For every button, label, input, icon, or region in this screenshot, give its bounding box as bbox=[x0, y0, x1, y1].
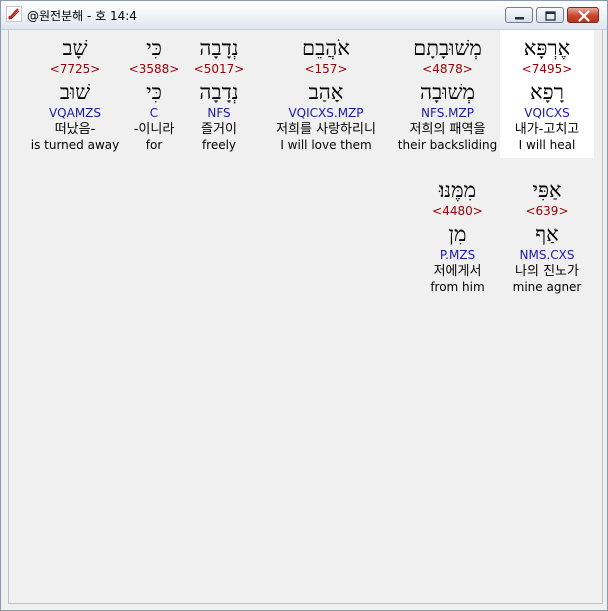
english-gloss: freely bbox=[201, 138, 237, 152]
hebrew-word: מְשׁוּבָתָם bbox=[413, 36, 482, 60]
korean-gloss: 저희를 사랑하리니 bbox=[276, 122, 376, 137]
strong-number[interactable]: <7725> bbox=[23, 62, 127, 76]
lemma-word: אָהַב bbox=[308, 80, 344, 104]
korean-gloss: 나의 진노가 bbox=[515, 264, 579, 279]
word-block[interactable]: אַפִּי <639> אַף NMS.CXS 나의 진노가 mine agn… bbox=[500, 172, 594, 300]
hebrew-word: שָׁב bbox=[62, 36, 88, 60]
word-analysis-panel: אֶרְפָּא <7495> רָפָא VQICXS 내가-고치고 I wi… bbox=[8, 30, 603, 604]
minimize-icon bbox=[515, 17, 524, 20]
strong-number[interactable]: <639> bbox=[500, 204, 594, 218]
maximize-button[interactable] bbox=[536, 7, 564, 23]
english-gloss: from him bbox=[430, 280, 485, 294]
morphology-code: VQICXS bbox=[524, 106, 570, 120]
morphology-code: VQAMZS bbox=[48, 106, 102, 120]
strong-number[interactable]: <3588> bbox=[127, 62, 181, 76]
lemma-word: רָפָא bbox=[530, 80, 564, 104]
hebrew-word: מִמֶּנּוּ׃ bbox=[438, 178, 477, 202]
korean-gloss: 내가-고치고 bbox=[514, 122, 580, 137]
window-title: @원전분해 - 호 14:4 bbox=[27, 9, 137, 23]
app-icon[interactable] bbox=[6, 6, 22, 22]
word-block[interactable]: שָׁב <7725> שׁוּב VQAMZS 떠났음- is turned … bbox=[23, 30, 127, 158]
strong-number[interactable]: <4480> bbox=[415, 204, 500, 218]
morphology-code: NFS.MZP bbox=[421, 106, 474, 120]
english-gloss: mine agner bbox=[512, 280, 582, 294]
lemma-word: נְדָבָה bbox=[199, 80, 239, 104]
korean-gloss: 떠났음- bbox=[54, 122, 96, 137]
strong-number[interactable]: <7495> bbox=[500, 62, 594, 76]
english-gloss: I will love them bbox=[280, 138, 372, 152]
close-button[interactable] bbox=[567, 7, 599, 23]
lemma-word: כִּי bbox=[146, 80, 162, 104]
word-block[interactable]: כִּי <3588> כִּי C -이니라 for bbox=[127, 30, 181, 158]
strong-number[interactable]: <157> bbox=[257, 62, 395, 76]
korean-gloss: 저희의 패역을 bbox=[409, 122, 486, 137]
morphology-code: NMS.CXS bbox=[519, 248, 575, 262]
morphology-code: NFS bbox=[207, 106, 231, 120]
morphology-code: C bbox=[149, 106, 159, 120]
close-icon bbox=[578, 10, 590, 22]
korean-gloss: -이니라 bbox=[133, 122, 175, 137]
minimize-button[interactable] bbox=[505, 7, 533, 23]
lemma-word: שׁוּב bbox=[59, 80, 91, 104]
strong-number[interactable]: <5017> bbox=[181, 62, 257, 76]
hebrew-word: נְדָבָה bbox=[199, 36, 239, 60]
hebrew-word: כִּי bbox=[146, 36, 162, 60]
word-block[interactable]: אֹהֲבֵם <157> אָהַב VQICXS.MZP 저희를 사랑하리니… bbox=[257, 30, 395, 158]
title-bar[interactable]: @원전분해 - 호 14:4 bbox=[1, 1, 607, 30]
strong-number[interactable]: <4878> bbox=[395, 62, 500, 76]
english-gloss: their backsliding bbox=[397, 138, 498, 152]
hebrew-word: אֶרְפָּא bbox=[523, 36, 571, 60]
lemma-word: מְשׁוּבָה bbox=[420, 80, 475, 104]
morphology-code: VQICXS.MZP bbox=[288, 106, 364, 120]
english-gloss: is turned away bbox=[30, 138, 120, 152]
korean-gloss: 저에게서 bbox=[433, 264, 482, 279]
word-block[interactable]: מִמֶּנּוּ׃ <4480> מִן P.MZS 저에게서 from hi… bbox=[415, 172, 500, 300]
app-window: @원전분해 - 호 14:4 אֶרְפָּא <7495> רָפָא VQI… bbox=[0, 0, 608, 611]
word-block[interactable]: מְשׁוּבָתָם <4878> מְשׁוּבָה NFS.MZP 저희의… bbox=[395, 30, 500, 158]
korean-gloss: 즐거이 bbox=[201, 122, 237, 137]
hebrew-word: אַפִּי bbox=[532, 178, 562, 202]
maximize-icon bbox=[545, 11, 556, 21]
lemma-word: מִן bbox=[448, 222, 467, 246]
hebrew-word: אֹהֲבֵם bbox=[302, 36, 350, 60]
lemma-word: אַף bbox=[535, 222, 559, 246]
morphology-code: P.MZS bbox=[439, 248, 476, 262]
english-gloss: for bbox=[145, 138, 163, 152]
english-gloss: I will heal bbox=[518, 138, 576, 152]
word-block[interactable]: אֶרְפָּא <7495> רָפָא VQICXS 내가-고치고 I wi… bbox=[500, 30, 594, 158]
word-block[interactable]: נְדָבָה <5017> נְדָבָה NFS 즐거이 freely bbox=[181, 30, 257, 158]
